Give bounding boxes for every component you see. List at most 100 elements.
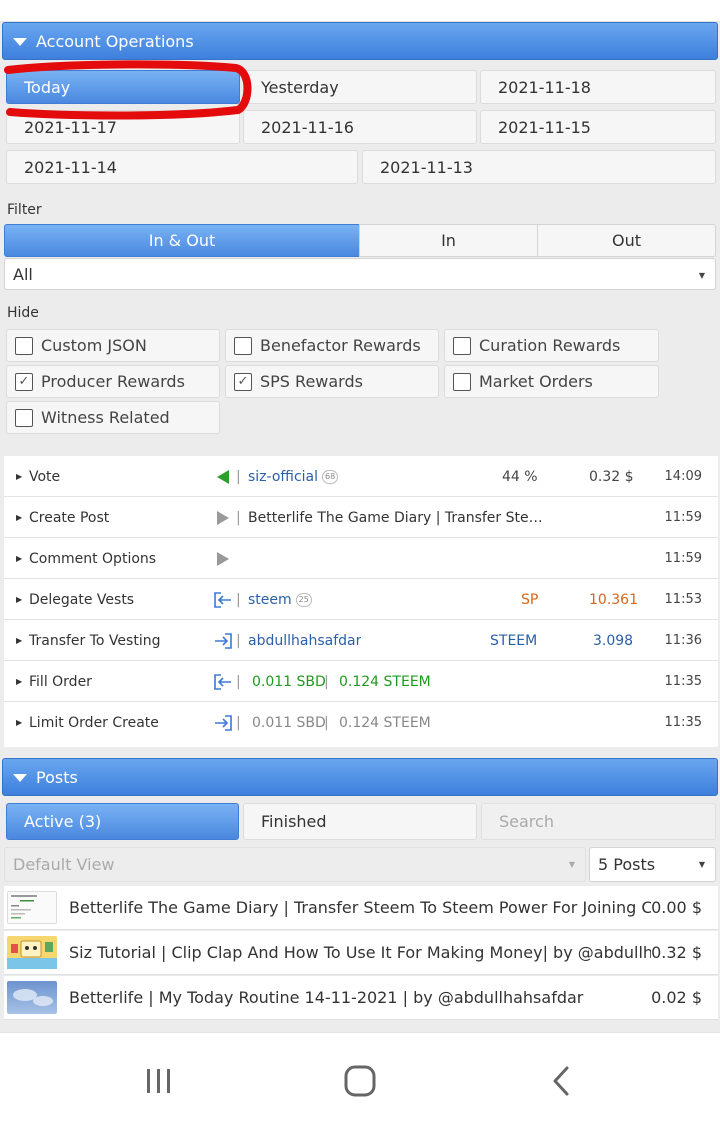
home-icon[interactable] <box>340 1061 380 1101</box>
android-nav-bar <box>0 1032 720 1123</box>
amount: 3.098 <box>593 632 634 649</box>
checkbox-label: Producer Rewards <box>41 372 185 391</box>
operation-row-fill-order[interactable]: ▶ Fill Order | 0.011 SBD | 0.124 STEEM 1… <box>4 661 718 702</box>
hide-curation-rewards-checkbox[interactable]: Curation Rewards <box>444 329 659 362</box>
recent-apps-icon[interactable] <box>139 1061 179 1101</box>
operation-row-transfer-to-vesting[interactable]: ▶ Transfer To Vesting | abdullhahsafdar … <box>4 620 718 661</box>
top-strip <box>0 0 720 22</box>
checkbox-box <box>15 408 33 427</box>
dropdown-caret-icon: ▼ <box>698 271 705 280</box>
checkbox-label: SPS Rewards <box>260 372 363 391</box>
operation-row-comment-options[interactable]: ▶ Comment Options 11:59 <box>4 538 718 579</box>
account-operations-header[interactable]: Account Operations <box>2 22 718 60</box>
hide-benefactor-rewards-checkbox[interactable]: Benefactor Rewards <box>225 329 439 362</box>
reputation-badge: 68 <box>322 469 339 484</box>
outgoing-icon <box>214 579 232 620</box>
date-label: 2021-11-13 <box>380 157 473 177</box>
checkbox-label: Custom JSON <box>41 336 147 355</box>
operation-time: 11:35 <box>664 674 702 689</box>
vote-value: 0.32 $ <box>589 468 634 485</box>
checkbox-label: Curation Rewards <box>479 336 621 355</box>
operation-type-select[interactable]: All ▼ <box>4 258 716 290</box>
post-row[interactable]: Betterlife The Game Diary | Transfer Ste… <box>4 886 718 930</box>
select-value: 5 Posts <box>598 855 656 874</box>
checkbox-label: Benefactor Rewards <box>260 336 421 355</box>
operation-name: Delegate Vests <box>29 591 135 608</box>
filter-tab-label: In & Out <box>148 231 216 250</box>
operation-time: 11:35 <box>664 715 702 730</box>
operation-row-create-post[interactable]: ▶ Create Post | Betterlife The Game Diar… <box>4 497 718 538</box>
post-payout: 0.02 $ <box>651 988 702 1007</box>
select-value: All <box>13 264 33 284</box>
checkbox-box <box>15 336 33 355</box>
hide-custom-json-checkbox[interactable]: Custom JSON <box>6 329 220 362</box>
post-row[interactable]: Betterlife | My Today Routine 14-11-2021… <box>4 976 718 1020</box>
filter-in-tab[interactable]: In <box>359 224 538 257</box>
hide-producer-rewards-checkbox[interactable]: ✓ Producer Rewards <box>6 365 220 398</box>
back-icon[interactable] <box>541 1061 581 1101</box>
vote-weight: 44 % <box>502 468 538 485</box>
operation-name: Vote <box>29 468 61 485</box>
checkmark-icon: ✓ <box>15 372 33 391</box>
post-payout: 0.32 $ <box>651 943 702 962</box>
operation-name: Comment Options <box>29 550 157 567</box>
expand-arrow-icon: ▶ <box>16 595 23 604</box>
date-button-yesterday[interactable]: Yesterday <box>243 70 477 104</box>
checkbox-label: Market Orders <box>479 372 593 391</box>
play-arrow-icon <box>214 497 232 538</box>
expand-arrow-icon: ▶ <box>16 636 23 645</box>
date-button-2021-11-18[interactable]: 2021-11-18 <box>480 70 716 104</box>
hide-market-orders-checkbox[interactable]: Market Orders <box>444 365 659 398</box>
search-placeholder: Search <box>499 812 554 831</box>
username-link[interactable]: abdullhahsafdar <box>248 620 361 661</box>
date-button-2021-11-13[interactable]: 2021-11-13 <box>362 150 716 184</box>
delegatee-link[interactable]: steem 25 <box>248 579 312 620</box>
search-input[interactable]: Search <box>481 803 716 840</box>
hide-witness-related-checkbox[interactable]: Witness Related <box>6 401 220 434</box>
checkbox-label: Witness Related <box>41 408 170 427</box>
operation-row-delegate-vests[interactable]: ▶ Delegate Vests | steem 25 SP 10.361 11… <box>4 579 718 620</box>
voter-link[interactable]: siz-official 68 <box>248 456 339 497</box>
date-button-2021-11-15[interactable]: 2021-11-15 <box>480 110 716 144</box>
post-title[interactable]: Siz Tutorial | Clip Clap And How To Use … <box>69 931 651 975</box>
post-thumbnail <box>7 981 57 1014</box>
filter-out-tab[interactable]: Out <box>537 224 716 257</box>
separator: | <box>324 714 329 731</box>
view-select[interactable]: Default View ▼ <box>4 847 586 882</box>
filter-label: Filter <box>7 202 42 218</box>
posts-list: Betterlife The Game Diary | Transfer Ste… <box>4 886 718 1020</box>
expand-arrow-icon: ▶ <box>16 718 23 727</box>
incoming-icon <box>214 702 232 743</box>
operation-row-limit-order-create[interactable]: ▶ Limit Order Create | 0.011 SBD | 0.124… <box>4 702 718 743</box>
date-button-2021-11-16[interactable]: 2021-11-16 <box>243 110 477 144</box>
posts-count-select[interactable]: 5 Posts ▼ <box>589 847 716 882</box>
checkmark-icon: ✓ <box>234 372 252 391</box>
order-pay-amount: 0.011 SBD <box>252 714 326 731</box>
post-title[interactable]: Betterlife | My Today Routine 14-11-2021… <box>69 976 651 1020</box>
separator: | <box>236 468 241 485</box>
play-arrow-icon <box>214 538 232 579</box>
operation-name: Transfer To Vesting <box>29 632 161 649</box>
reputation-badge: 25 <box>295 592 312 607</box>
collapse-triangle-icon <box>13 774 27 782</box>
vote-arrow-icon <box>214 456 232 497</box>
hide-sps-rewards-checkbox[interactable]: ✓ SPS Rewards <box>225 365 439 398</box>
tab-finished-posts[interactable]: Finished <box>243 803 477 840</box>
filter-in-out-tab[interactable]: In & Out <box>4 224 360 257</box>
order-pay-amount: 0.011 SBD <box>252 673 326 690</box>
incoming-icon <box>214 620 232 661</box>
post-row[interactable]: Siz Tutorial | Clip Clap And How To Use … <box>4 931 718 975</box>
date-button-2021-11-14[interactable]: 2021-11-14 <box>6 150 358 184</box>
select-value: Default View <box>13 855 115 874</box>
separator: | <box>236 509 241 526</box>
amount: 10.361 <box>589 591 638 608</box>
posts-header[interactable]: Posts <box>2 758 718 796</box>
post-title[interactable]: Betterlife The Game Diary | Transfer Ste… <box>69 886 651 930</box>
operation-row-vote[interactable]: ▶ Vote | siz-official 68 44 % 0.32 $ 14:… <box>4 456 718 497</box>
checkbox-box <box>453 336 471 355</box>
tab-active-posts[interactable]: Active (3) <box>6 803 239 840</box>
order-receive-amount: 0.124 STEEM <box>339 673 431 690</box>
date-label: 2021-11-15 <box>498 117 591 137</box>
filter-tab-label: In <box>441 231 456 250</box>
asset-symbol: SP <box>521 591 539 608</box>
